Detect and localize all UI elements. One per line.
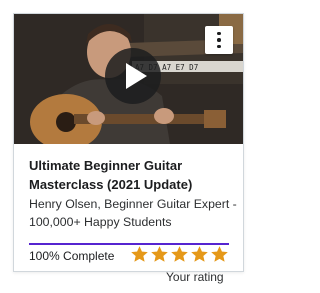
course-card[interactable]: A7 D7 A7 E7 D7 Ultimate Beginner Guitar … bbox=[13, 13, 244, 284]
more-vertical-icon bbox=[217, 44, 221, 49]
course-thumbnail[interactable]: A7 D7 A7 E7 D7 bbox=[14, 14, 243, 144]
course-author: Henry Olsen, Beginner Guitar Expert - 10… bbox=[29, 197, 237, 229]
play-button[interactable] bbox=[104, 47, 162, 105]
course-title[interactable]: Ultimate Beginner Guitar Masterclass (20… bbox=[29, 156, 239, 194]
progress-bar bbox=[29, 243, 229, 245]
more-vertical-icon bbox=[217, 38, 221, 42]
star-rating[interactable] bbox=[131, 246, 228, 263]
star-icon[interactable] bbox=[191, 246, 208, 263]
star-icon[interactable] bbox=[211, 246, 228, 263]
progress-label: 100% Complete bbox=[29, 249, 115, 263]
play-icon bbox=[105, 48, 161, 104]
course-options-button[interactable] bbox=[205, 26, 233, 54]
more-vertical-icon bbox=[217, 31, 221, 36]
star-icon[interactable] bbox=[151, 246, 168, 263]
progress-bar-fill bbox=[29, 243, 229, 245]
star-icon[interactable] bbox=[171, 246, 188, 263]
rating-label[interactable]: Your rating bbox=[166, 270, 224, 284]
star-icon[interactable] bbox=[131, 246, 148, 263]
